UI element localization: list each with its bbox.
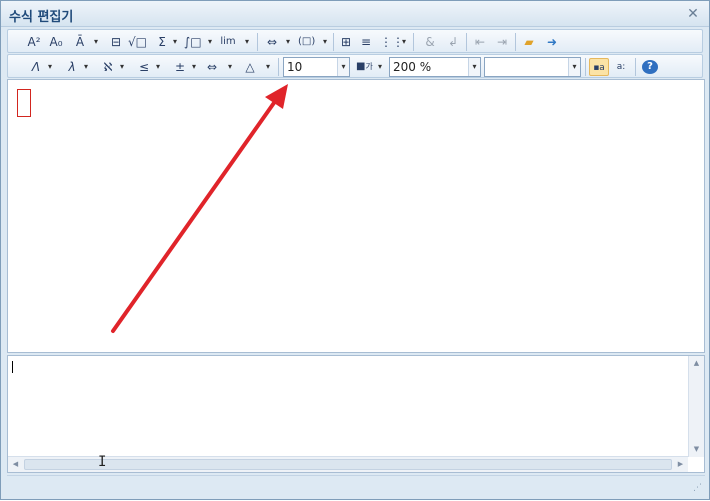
equation-editor-window: 수식 편집기 ✕ A² A₀ Ā ▾ ⊟ √□ Σ ▾ ∫□ ▾ lim ▾ ⇔…	[0, 0, 710, 500]
annotation-arrow	[111, 84, 288, 333]
